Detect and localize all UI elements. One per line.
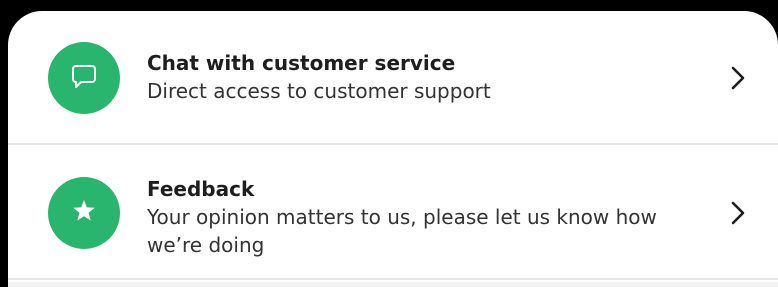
menu-item-subtitle: Your opinion matters to us, please let u… bbox=[147, 205, 657, 257]
menu-item-text: Chat with customer service Direct access… bbox=[147, 49, 667, 105]
menu-item-feedback[interactable]: Feedback Your opinion matters to us, ple… bbox=[8, 147, 778, 280]
next-row-edge bbox=[8, 282, 778, 287]
bottom-sheet: Chat with customer service Direct access… bbox=[8, 11, 778, 287]
menu-item-chat-customer-service[interactable]: Chat with customer service Direct access… bbox=[8, 11, 778, 145]
chat-bubble-icon bbox=[69, 61, 99, 95]
menu-item-text: Feedback Your opinion matters to us, ple… bbox=[147, 175, 667, 259]
star-icon bbox=[70, 197, 98, 229]
star-icon-circle bbox=[48, 177, 120, 249]
menu-item-title: Chat with customer service bbox=[147, 51, 456, 75]
chevron-right-icon[interactable] bbox=[726, 61, 750, 95]
chevron-right-icon[interactable] bbox=[726, 196, 750, 230]
menu-item-subtitle: Direct access to customer support bbox=[147, 79, 491, 103]
menu-item-title: Feedback bbox=[147, 177, 255, 201]
chat-icon-circle bbox=[48, 42, 120, 114]
